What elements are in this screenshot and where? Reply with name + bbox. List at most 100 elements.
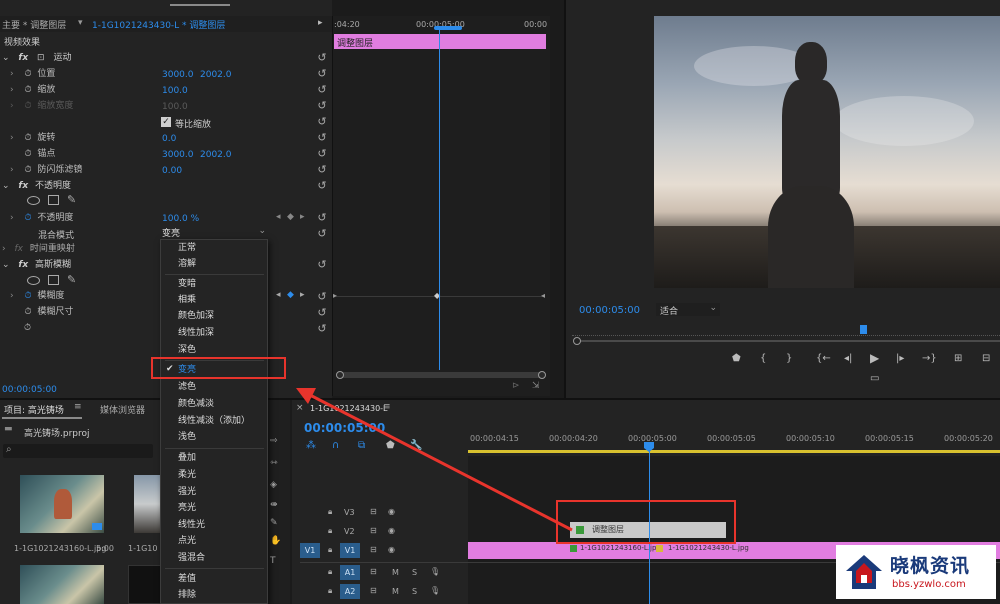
thumbnail-3[interactable] <box>20 565 104 604</box>
mute-icon[interactable]: M <box>392 587 399 596</box>
stopwatch-icon[interactable]: ⏱ <box>24 165 31 175</box>
reset-icon[interactable]: ↺ <box>316 116 328 128</box>
position-x-value[interactable]: 3000.0 <box>162 70 194 80</box>
next-keyframe-icon[interactable]: ▸ <box>300 290 305 300</box>
scale-value[interactable]: 100.0 <box>162 86 188 96</box>
program-ruler[interactable] <box>572 326 1000 336</box>
menu-item-dissolve[interactable]: 溶解 <box>161 256 268 272</box>
menu-item-linear-light[interactable]: 线性光 <box>161 517 268 533</box>
mute-icon[interactable]: M <box>392 568 399 577</box>
source-v1-button[interactable]: V1 <box>300 543 320 558</box>
menu-item-lighter-color[interactable]: 浅色 <box>161 429 268 445</box>
mark-in-icon[interactable]: { <box>760 353 766 364</box>
tab-media-browser[interactable]: 媒体浏览器 <box>100 403 145 416</box>
track-select-icon[interactable]: ⇨ <box>270 436 278 446</box>
expand-icon[interactable]: › <box>10 213 14 223</box>
reset-icon[interactable]: ↺ <box>316 132 328 144</box>
uniform-scale-checkbox[interactable]: ✓ <box>161 117 171 127</box>
reset-icon[interactable]: ↺ <box>316 180 328 192</box>
expand-chevron-icon[interactable]: ⌄ <box>2 181 10 191</box>
project-search-input[interactable]: ⌕ <box>3 444 153 458</box>
export-frame-icon[interactable]: ▭ <box>870 373 879 384</box>
solo-icon[interactable]: S <box>412 568 417 577</box>
stopwatch-icon[interactable]: ⏱ <box>24 149 31 159</box>
reset-icon[interactable]: ↺ <box>316 148 328 160</box>
expand-icon[interactable]: › <box>10 133 14 143</box>
chevron-down-icon[interactable]: ▾ <box>78 18 83 28</box>
mark-out-icon[interactable]: } <box>786 353 792 364</box>
lift-icon[interactable]: ⊞ <box>954 353 962 364</box>
expand-icon[interactable]: › <box>10 291 14 301</box>
reset-icon[interactable]: ↺ <box>316 212 328 224</box>
time-remap-row[interactable]: › fx 时间重映射 <box>2 241 75 257</box>
reset-icon[interactable]: ↺ <box>316 84 328 96</box>
menu-item-color-burn[interactable]: 颜色加深 <box>161 308 268 324</box>
ec-zoom-scrollbar[interactable] <box>336 371 546 379</box>
menu-item-difference[interactable]: 差值 <box>161 571 268 587</box>
add-marker-icon[interactable]: ⬟ <box>732 353 741 364</box>
menu-item-multiply[interactable]: 相乘 <box>161 292 268 308</box>
expand-chevron-icon[interactable]: ⌄ <box>2 53 10 63</box>
thumbnail-4[interactable] <box>128 565 164 604</box>
step-back-icon[interactable]: ◂| <box>844 353 852 364</box>
razor-icon[interactable]: ◈ <box>270 480 277 490</box>
pen-mask-icon[interactable]: ✎ <box>67 273 76 286</box>
menu-item-vivid-light[interactable]: 亮光 <box>161 500 268 516</box>
ec-current-time[interactable]: 00:00:05:00 <box>2 385 57 395</box>
menu-item-screen[interactable]: 滤色 <box>161 379 268 395</box>
pen-icon[interactable]: ✎ <box>270 518 278 528</box>
fx-icon[interactable]: fx <box>18 53 28 63</box>
stopwatch-icon[interactable]: ⏱ <box>24 213 31 223</box>
transform-icon[interactable]: ⊡ <box>37 53 45 63</box>
reset-icon[interactable]: ↺ <box>316 52 328 64</box>
track-label-a2[interactable]: A2 <box>340 584 360 599</box>
reset-icon[interactable]: ↺ <box>316 291 328 303</box>
lock-icon[interactable]: 🔒︎ <box>328 545 332 555</box>
menu-item-darker-color[interactable]: 深色 <box>161 342 268 358</box>
stopwatch-icon[interactable]: ⏱ <box>24 85 31 95</box>
sync-lock-icon[interactable]: ⊟ <box>370 545 377 554</box>
program-video-frame[interactable] <box>654 16 1000 288</box>
program-playhead-icon[interactable] <box>860 325 867 334</box>
hand-icon[interactable]: ✋ <box>270 536 281 546</box>
reset-icon[interactable]: ↺ <box>316 164 328 176</box>
fx-icon[interactable]: fx <box>18 260 28 270</box>
expand-icon[interactable]: › <box>10 69 14 79</box>
rectangle-mask-icon[interactable] <box>48 275 59 285</box>
header-clip-label[interactable]: 1-1G1021243430-L * 调整图层 <box>92 18 225 31</box>
next-keyframe-icon[interactable]: ▸ <box>300 212 305 222</box>
go-to-out-icon[interactable]: →} <box>922 353 937 364</box>
menu-item-hard-mix[interactable]: 强混合 <box>161 550 268 566</box>
stopwatch-icon[interactable]: ⏱ <box>24 69 31 79</box>
add-keyframe-icon[interactable]: ◆ <box>287 290 294 300</box>
stopwatch-icon[interactable]: ⏱ <box>24 323 31 333</box>
rectangle-mask-icon[interactable] <box>48 195 59 205</box>
step-forward-icon[interactable]: |▸ <box>896 353 904 364</box>
reset-icon[interactable]: ↺ <box>316 323 328 335</box>
slip-icon[interactable]: ⇼ <box>270 500 278 510</box>
menu-item-soft-light[interactable]: 柔光 <box>161 467 268 483</box>
microphone-icon[interactable]: 🎙︎ <box>430 567 440 576</box>
fx-icon[interactable]: fx <box>18 181 28 191</box>
stopwatch-icon[interactable]: ⏱ <box>24 133 31 143</box>
ellipse-mask-icon[interactable] <box>27 276 40 285</box>
tab-project[interactable]: 项目: 高光铸场 <box>4 403 64 416</box>
program-timecode[interactable]: 00:00:05:00 <box>579 305 640 316</box>
play-only-icon[interactable]: ▸ <box>318 18 323 28</box>
opacity-value[interactable]: 100.0 % <box>162 214 199 224</box>
hamburger-icon[interactable]: ≡ <box>74 402 82 412</box>
track-label-v1[interactable]: V1 <box>340 543 360 558</box>
expand-icon[interactable]: › <box>10 85 14 95</box>
sync-lock-icon[interactable]: ⊟ <box>370 586 377 595</box>
rotation-value[interactable]: 0.0 <box>162 134 176 144</box>
stopwatch-icon[interactable]: ⏱ <box>24 307 31 317</box>
menu-item-hard-light[interactable]: 强光 <box>161 484 268 500</box>
antiflicker-value[interactable]: 0.00 <box>162 166 182 176</box>
position-y-value[interactable]: 2002.0 <box>200 70 232 80</box>
prev-keyframe-icon[interactable]: ◂ <box>276 290 281 300</box>
ripple-edit-icon[interactable]: ⇿ <box>270 458 278 468</box>
sync-lock-icon[interactable]: ⊟ <box>370 567 377 576</box>
menu-item-linear-dodge[interactable]: 线性减淡（添加） <box>161 413 268 429</box>
fit-dropdown[interactable]: 适合 ⌄ <box>656 303 720 317</box>
menu-item-overlay[interactable]: 叠加 <box>161 450 268 466</box>
